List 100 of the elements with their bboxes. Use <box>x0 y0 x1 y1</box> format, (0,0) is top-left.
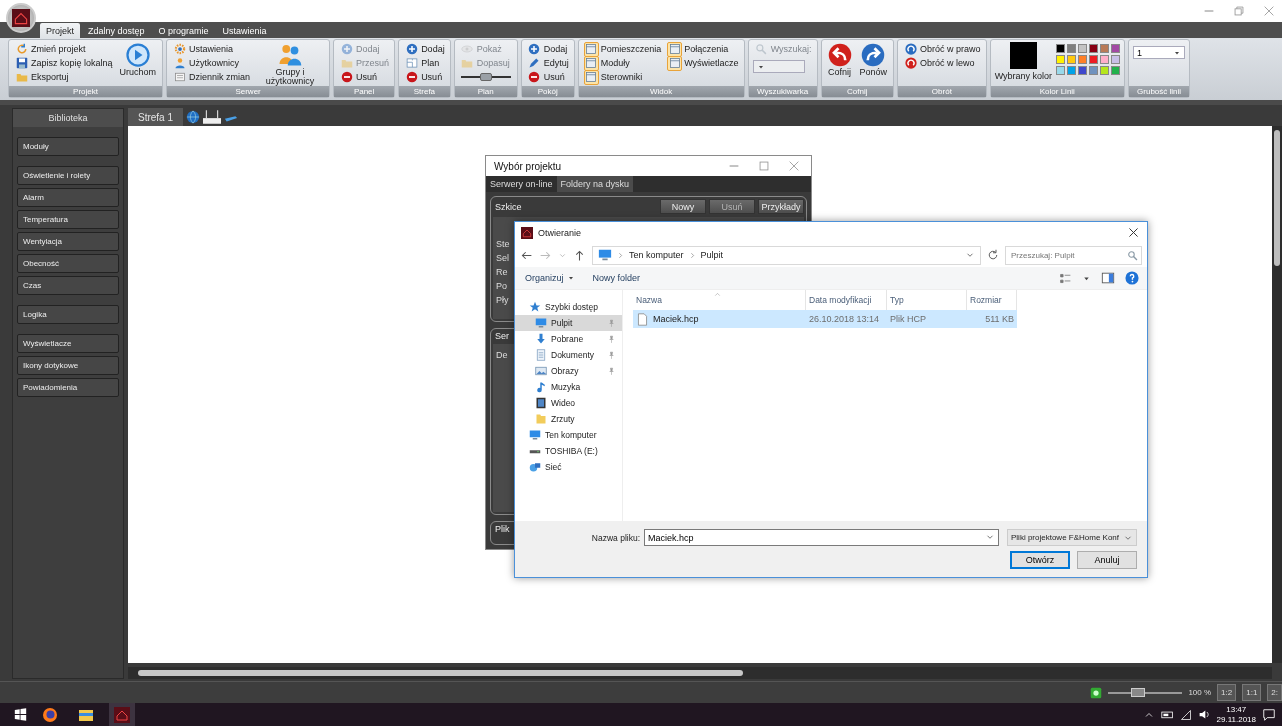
nav-item[interactable]: Pobrane <box>515 331 622 347</box>
ribbon-button[interactable]: Obróć w prawo <box>902 42 982 56</box>
ribbon-button[interactable]: Wyświetlacze <box>666 56 740 70</box>
library-button[interactable]: Czas <box>17 276 119 295</box>
library-button[interactable]: Alarm <box>17 188 119 207</box>
zoom-slider[interactable] <box>1108 691 1183 694</box>
nav-item[interactable]: TOSHIBA (E:) <box>515 443 622 459</box>
library-button[interactable]: Oświetlenie i rolety <box>17 166 119 185</box>
help-icon[interactable] <box>1125 271 1139 285</box>
selected-color-swatch[interactable] <box>1009 42 1037 69</box>
ribbon-button[interactable]: Obróć w lewo <box>902 56 976 70</box>
ribbon-button[interactable]: Zapisz kopię lokalną <box>13 56 114 70</box>
nav-item[interactable]: Obrazy <box>515 363 622 379</box>
ribbon-button[interactable]: Grupy i użytkownicy <box>255 42 326 86</box>
ribbon-button[interactable]: Usuń <box>338 70 379 84</box>
ribbon-button[interactable]: Ponów <box>857 42 890 77</box>
ribbon-button[interactable]: Ustawienia <box>171 42 235 56</box>
ribbon-button[interactable]: Edytuj <box>525 56 570 70</box>
ribbon-button[interactable]: Cofnij <box>825 42 854 77</box>
globe-icon[interactable] <box>186 110 201 124</box>
color-swatch[interactable] <box>1078 66 1088 75</box>
nav-item[interactable]: Ten komputer <box>515 427 622 443</box>
ribbon-button[interactable]: Dodaj <box>403 42 446 56</box>
color-swatch[interactable] <box>1089 55 1099 64</box>
color-swatch[interactable] <box>1100 66 1110 75</box>
list-view-icon[interactable] <box>1059 271 1072 285</box>
color-swatch[interactable] <box>1089 66 1099 75</box>
battery-icon[interactable] <box>1160 708 1174 721</box>
address-bar[interactable]: Ten komputer Pulpit <box>592 245 981 265</box>
horizontal-scrollbar[interactable] <box>128 667 1272 679</box>
dropdown[interactable]: 1 <box>1133 46 1186 59</box>
ribbon-button[interactable]: Użytkownicy <box>171 56 241 70</box>
ribbon-button[interactable]: Uruchom <box>117 42 159 77</box>
zone-tab[interactable]: Strefa 1 <box>128 108 184 126</box>
ribbon-button[interactable]: Eksportuj <box>13 70 70 84</box>
color-swatch[interactable] <box>1078 44 1088 53</box>
ribbon-button[interactable]: Połączenia <box>666 42 730 56</box>
library-button[interactable]: Powiadomienia <box>17 378 119 397</box>
notification-icon[interactable] <box>1262 707 1276 722</box>
slider-thumb[interactable] <box>479 73 492 81</box>
library-button[interactable]: Obecność <box>17 254 119 273</box>
ribbon-button[interactable]: Usuń <box>403 70 444 84</box>
router-icon[interactable] <box>203 108 222 126</box>
color-swatch[interactable] <box>1056 55 1066 64</box>
preview-pane-icon[interactable] <box>1101 271 1115 285</box>
color-swatch[interactable] <box>1100 55 1110 64</box>
speaker-icon[interactable] <box>1197 708 1211 721</box>
ribbon-tab[interactable]: Ustawienia <box>216 23 273 38</box>
file-name-field[interactable]: Maciek.hcp <box>644 529 999 546</box>
dialog-tab[interactable]: Serwery on-line <box>486 176 557 192</box>
library-button[interactable]: Moduły <box>17 137 119 156</box>
signal-icon[interactable] <box>1179 708 1192 721</box>
color-swatch[interactable] <box>1056 44 1066 53</box>
sketch-button[interactable]: Nowy <box>660 199 706 214</box>
library-button[interactable]: Logika <box>17 305 119 324</box>
ribbon-button[interactable]: Pomieszczenia <box>582 42 663 56</box>
nav-item[interactable]: Dokumenty <box>515 347 622 363</box>
file-type-dropdown[interactable]: Pliki projektowe F&Home Konf <box>1007 529 1137 546</box>
refresh-icon[interactable] <box>987 249 999 261</box>
color-swatch[interactable] <box>1111 55 1121 64</box>
nav-item[interactable]: Zrzuty <box>515 411 622 427</box>
scale-button[interactable]: 1:1 <box>1242 684 1262 701</box>
color-swatch[interactable] <box>1111 66 1121 75</box>
color-swatch[interactable] <box>1100 44 1110 53</box>
up-arrow-icon[interactable] <box>573 248 586 262</box>
color-swatch[interactable] <box>1067 44 1077 53</box>
ribbon-button[interactable]: Usuń <box>525 70 566 84</box>
ribbon-button[interactable]: Dziennik zmian <box>171 70 252 84</box>
library-button[interactable]: Wentylacja <box>17 232 119 251</box>
vertical-scrollbar[interactable] <box>1272 126 1282 663</box>
library-button[interactable]: Ikony dotykowe <box>17 356 119 375</box>
nav-item[interactable]: Muzyka <box>515 379 622 395</box>
scale-button[interactable]: 2: <box>1267 684 1282 701</box>
ribbon-button[interactable]: Zmień projekt <box>13 42 87 56</box>
breadcrumb-item[interactable]: Pulpit <box>700 250 724 260</box>
new-folder-button[interactable]: Nowy folder <box>588 273 645 283</box>
dialog-button[interactable]: Otwórz <box>1010 551 1070 569</box>
dialog-button[interactable]: Anuluj <box>1077 551 1137 569</box>
sketch-button[interactable]: Przykłady <box>758 199 804 214</box>
nav-item[interactable]: Wideo <box>515 395 622 411</box>
close-icon[interactable] <box>1127 226 1140 239</box>
ribbon-button[interactable]: Plan <box>403 56 441 70</box>
color-swatch[interactable] <box>1067 66 1077 75</box>
nav-item[interactable]: Sieć <box>515 459 622 475</box>
ribbon-tab[interactable]: Projekt <box>40 23 80 38</box>
color-swatch[interactable] <box>1111 44 1121 53</box>
ribbon-tab[interactable]: Zdalny dostęp <box>82 23 151 38</box>
color-swatch[interactable] <box>1067 55 1077 64</box>
color-swatch[interactable] <box>1078 55 1088 64</box>
file-row[interactable]: Maciek.hcp 26.10.2018 13:14 Plik HCP 511 KB <box>633 310 1017 328</box>
dialog-tab[interactable]: Foldery na dysku <box>556 176 634 192</box>
scale-button[interactable]: 1:2 <box>1217 684 1237 701</box>
ribbon-tab[interactable]: O programie <box>152 23 215 38</box>
search-field[interactable]: Przeszukaj: Pulpit <box>1005 245 1142 265</box>
windows-icon[interactable] <box>14 708 27 721</box>
nav-item[interactable]: Pulpit <box>515 315 622 331</box>
library-button[interactable]: Wyświetlacze <box>17 334 119 353</box>
color-swatch[interactable] <box>1089 44 1099 53</box>
organize-menu-button[interactable]: Organizuj <box>521 273 579 283</box>
ribbon-button[interactable]: Sterowniki <box>582 70 644 84</box>
